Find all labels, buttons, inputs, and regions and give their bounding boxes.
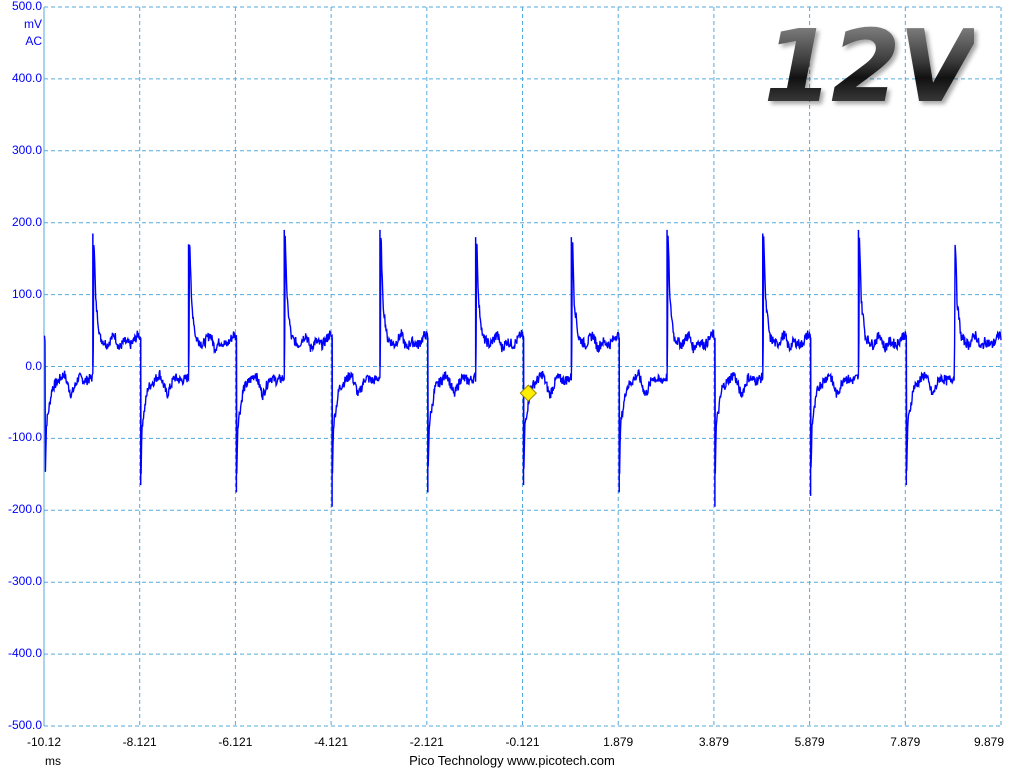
- x-tick-label: 1.879: [603, 735, 634, 749]
- y-tick-label: 300.0: [11, 142, 42, 157]
- footer-credit: Pico Technology www.picotech.com: [409, 753, 615, 768]
- x-tick-label: 3.879: [698, 735, 729, 749]
- x-tick-label: -10.12: [26, 735, 62, 749]
- y-tick-label: 100.0: [11, 286, 42, 301]
- y-tick-label: 200.0: [11, 214, 42, 229]
- x-tick-label: 7.879: [890, 735, 921, 749]
- y-axis-unit: mV: [24, 17, 42, 31]
- y-axis-coupling: AC: [25, 34, 42, 48]
- voltage-overlay-title: 12V: [763, 8, 976, 125]
- y-tick-label: 500.0: [11, 0, 42, 13]
- x-tick-label: 5.879: [794, 735, 825, 749]
- x-tick-label: -0.121: [505, 735, 540, 749]
- y-tick-label: -500.0: [7, 718, 42, 732]
- y-tick-label: 400.0: [11, 70, 42, 85]
- y-tick-label: -300.0: [7, 574, 42, 589]
- x-tick-label: -6.121: [218, 735, 253, 749]
- x-tick-label: -2.121: [409, 735, 444, 749]
- x-tick-label: 9.879: [973, 735, 1005, 749]
- y-tick-label: -100.0: [7, 430, 42, 445]
- y-tick-label: 0.0: [25, 358, 42, 373]
- y-tick-label: -400.0: [7, 646, 42, 661]
- x-tick-label: -4.121: [314, 735, 349, 749]
- x-tick-label: -8.121: [122, 735, 157, 749]
- y-tick-label: -200.0: [7, 502, 42, 517]
